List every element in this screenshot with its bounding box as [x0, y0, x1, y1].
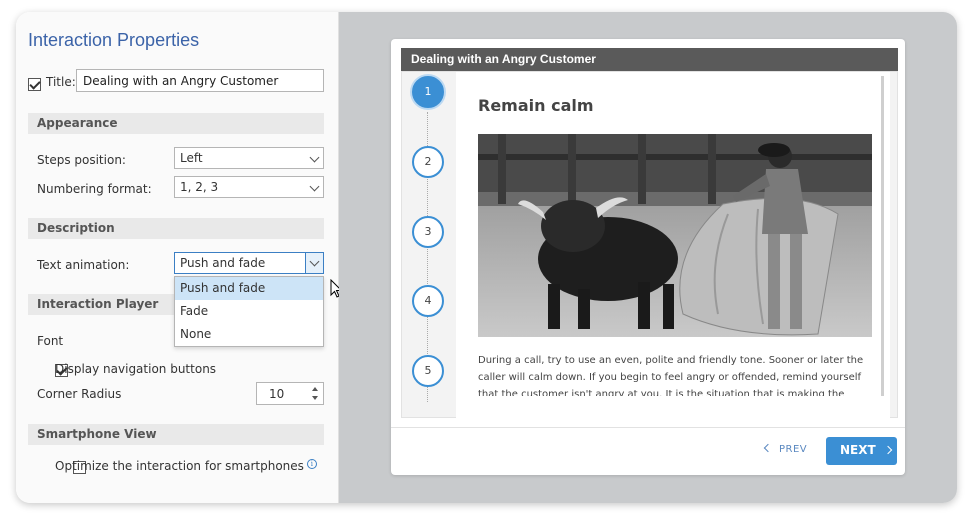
- content-text: During a call, try to use an even, polit…: [478, 355, 864, 396]
- content-title: Remain calm: [478, 96, 594, 115]
- section-appearance: Appearance: [28, 113, 324, 134]
- preview-area: Dealing with an Angry Customer 1 2 3 4 5…: [339, 12, 957, 503]
- title-label: Title:: [46, 75, 76, 89]
- text-animation-dropdown: Push and fade Fade None: [174, 276, 324, 347]
- numbering-format-value: 1, 2, 3: [180, 180, 219, 194]
- corner-radius-stepper[interactable]: 10: [256, 382, 324, 405]
- section-description: Description: [28, 218, 324, 239]
- panel-title: Interaction Properties: [28, 30, 200, 50]
- steps-position-select[interactable]: Left: [174, 147, 324, 169]
- step-4[interactable]: 4: [412, 285, 444, 317]
- preview-body: 1 2 3 4 5 Remain calm During a call, try…: [401, 71, 898, 419]
- prev-button[interactable]: PREV: [763, 443, 808, 455]
- info-icon[interactable]: i: [306, 459, 317, 469]
- scrollbar[interactable]: [881, 76, 884, 396]
- properties-panel: Interaction Properties Title: Appearance…: [16, 12, 343, 503]
- font-label: Font: [37, 334, 64, 348]
- app-window: Interaction Properties Title: Appearance…: [16, 12, 957, 503]
- step-5[interactable]: 5: [412, 355, 444, 387]
- photo-illustration: [478, 134, 872, 337]
- chevron-down-icon: [309, 181, 320, 192]
- numbering-format-select[interactable]: 1, 2, 3: [174, 176, 324, 198]
- numbering-format-label: Numbering format:: [37, 182, 152, 196]
- dropdown-toggle[interactable]: [305, 253, 323, 273]
- next-label: NEXT: [840, 443, 876, 457]
- preview-header: Dealing with an Angry Customer: [401, 48, 898, 71]
- corner-radius-label: Corner Radius: [37, 387, 122, 401]
- step-1[interactable]: 1: [412, 76, 444, 108]
- display-nav-label: Display navigation buttons: [55, 362, 217, 376]
- stepper-down-icon[interactable]: [312, 396, 318, 400]
- text-animation-value: Push and fade: [180, 256, 266, 270]
- optimize-label-text: Optimize the interaction for smartphones: [55, 459, 304, 473]
- step-2[interactable]: 2: [412, 146, 444, 178]
- text-animation-select[interactable]: Push and fade: [174, 252, 324, 274]
- title-checkbox[interactable]: [28, 78, 41, 91]
- step-3[interactable]: 3: [412, 216, 444, 248]
- section-smartphone-view: Smartphone View: [28, 424, 324, 445]
- stepper-up-icon[interactable]: [312, 387, 318, 391]
- title-input[interactable]: [76, 69, 324, 92]
- chevron-right-icon: [883, 445, 892, 455]
- chevron-left-icon: [763, 443, 773, 453]
- prev-label: PREV: [779, 444, 808, 455]
- chevron-down-icon: [309, 152, 320, 163]
- dropdown-option[interactable]: Fade: [175, 300, 323, 323]
- footer-divider: [391, 427, 905, 428]
- text-animation-label: Text animation:: [37, 258, 130, 272]
- interaction-preview: Dealing with an Angry Customer 1 2 3 4 5…: [391, 39, 905, 475]
- step-content: Remain calm During a call, try to use an…: [456, 72, 890, 419]
- chevron-down-icon: [309, 256, 320, 267]
- bullfighter-photo: [478, 134, 872, 337]
- optimize-label: Optimize the interaction for smartphones…: [55, 459, 317, 473]
- steps-position-value: Left: [180, 151, 203, 165]
- dropdown-option[interactable]: Push and fade: [175, 277, 323, 300]
- dropdown-option[interactable]: None: [175, 323, 323, 346]
- next-button[interactable]: NEXT: [826, 437, 897, 465]
- corner-radius-value: 10: [269, 387, 285, 401]
- steps-position-label: Steps position:: [37, 153, 126, 167]
